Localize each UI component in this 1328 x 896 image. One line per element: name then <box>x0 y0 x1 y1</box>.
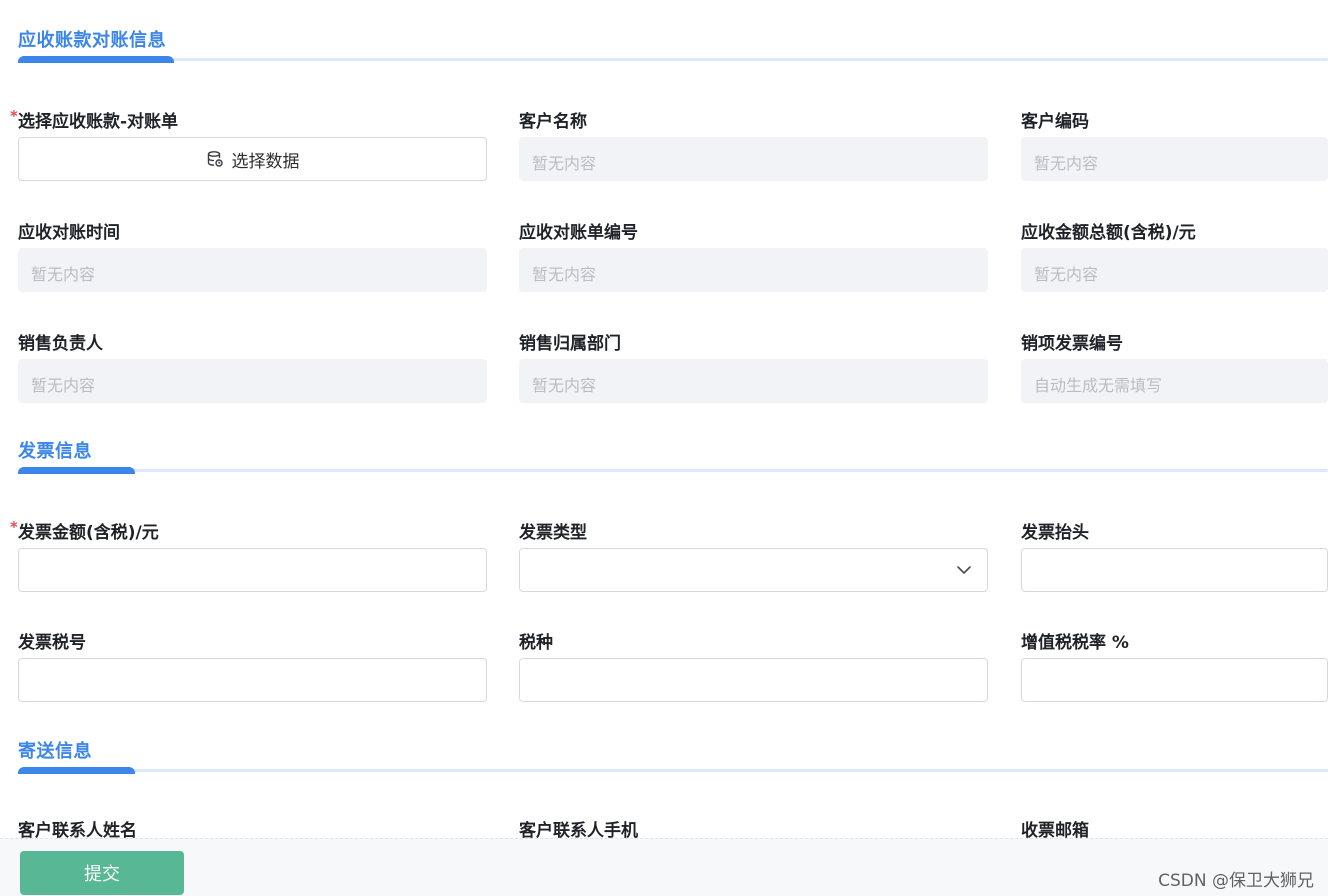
placeholder: 暂无内容 <box>1034 154 1099 173</box>
section-divider <box>18 767 1328 774</box>
chevron-down-icon <box>957 566 971 574</box>
placeholder: 自动生成无需填写 <box>1034 376 1163 395</box>
watermark: CSDN @保卫大狮兄 <box>1158 871 1314 891</box>
vat-rate-input[interactable] <box>1021 658 1328 702</box>
placeholder: 暂无内容 <box>1034 265 1099 284</box>
invoice-no-input: 自动生成无需填写 <box>1021 359 1328 403</box>
section-title: 寄送信息 <box>18 741 92 762</box>
submit-button[interactable]: 提交 <box>20 851 184 895</box>
database-icon <box>207 151 223 167</box>
invoice-tax-no-input[interactable] <box>18 658 487 702</box>
section-divider <box>18 467 1328 474</box>
invoice-type-select[interactable] <box>519 548 988 592</box>
field-label: 选择应收账款-对账单 <box>18 112 179 132</box>
field-label: 税种 <box>519 633 553 653</box>
sales-dept-input: 暂无内容 <box>519 359 988 403</box>
required-mark: * <box>10 107 18 125</box>
customer-name-input: 暂无内容 <box>519 137 988 181</box>
placeholder: 暂无内容 <box>532 154 597 173</box>
sales-owner-input: 暂无内容 <box>18 359 487 403</box>
field-label: 应收对账时间 <box>18 223 120 243</box>
reconcile-time-input: 暂无内容 <box>18 248 487 292</box>
section-title: 发票信息 <box>18 441 92 462</box>
field-label: 销售归属部门 <box>519 334 621 354</box>
tax-kind-input[interactable] <box>519 658 988 702</box>
form-page: 应收账款对账信息 * 选择应收账款-对账单 选择数据 客户名称 暂无内容 客户编… <box>0 0 1328 896</box>
field-label: 销项发票编号 <box>1021 334 1123 354</box>
field-label: 客户名称 <box>519 112 587 132</box>
footer-bar: 提交 CSDN @保卫大狮兄 <box>0 838 1328 896</box>
placeholder: 暂无内容 <box>31 376 96 395</box>
placeholder: 暂无内容 <box>532 376 597 395</box>
field-label: 发票抬头 <box>1021 523 1089 543</box>
customer-code-input: 暂无内容 <box>1021 137 1328 181</box>
section-divider <box>18 56 1328 63</box>
invoice-amount-input[interactable] <box>18 548 487 592</box>
select-data-button[interactable]: 选择数据 <box>18 137 487 181</box>
invoice-header-input[interactable] <box>1021 548 1328 592</box>
reconcile-no-input: 暂无内容 <box>519 248 988 292</box>
field-label: 客户编码 <box>1021 112 1089 132</box>
select-data-label: 选择数据 <box>231 151 300 172</box>
section-title: 应收账款对账信息 <box>18 30 166 51</box>
field-label: 增值税税率 % <box>1021 633 1129 653</box>
total-amount-input: 暂无内容 <box>1021 248 1328 292</box>
field-label: 发票金额(含税)/元 <box>18 523 159 543</box>
field-label: 应收对账单编号 <box>519 223 638 243</box>
placeholder: 暂无内容 <box>31 265 96 284</box>
required-mark: * <box>10 518 18 536</box>
field-label: 发票类型 <box>519 523 587 543</box>
field-label: 销售负责人 <box>18 334 103 354</box>
field-label: 发票税号 <box>18 633 86 653</box>
field-label: 应收金额总额(含税)/元 <box>1021 223 1196 243</box>
placeholder: 暂无内容 <box>532 265 597 284</box>
